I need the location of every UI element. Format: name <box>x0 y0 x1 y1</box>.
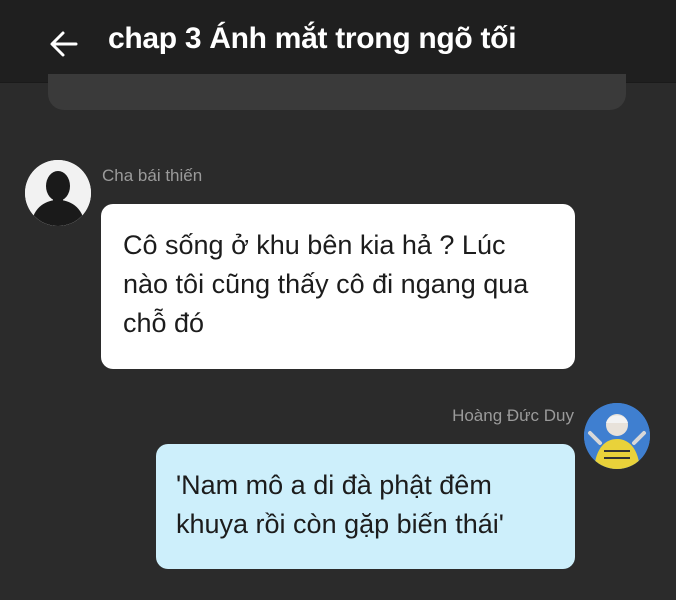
arrow-left-icon <box>50 31 78 57</box>
sender-name: Cha bái thiến <box>102 166 203 185</box>
sender-name: Hoàng Đức Duy <box>452 406 574 425</box>
back-button[interactable] <box>44 24 84 64</box>
page-title: chap 3 Ánh mắt trong ngõ tối <box>108 22 517 55</box>
previous-message-card <box>48 74 626 110</box>
chat-screen: chap 3 Ánh mắt trong ngõ tối Cha bái thi… <box>0 0 676 600</box>
message-bubble-outgoing: 'Nam mô a di đà phật đêm khuya rồi còn g… <box>156 444 575 569</box>
silhouette-avatar-icon <box>25 160 91 226</box>
avatar[interactable] <box>25 160 91 226</box>
avatar[interactable] <box>584 403 650 469</box>
user-photo-avatar-icon <box>584 403 650 469</box>
top-bar: chap 3 Ánh mắt trong ngõ tối <box>0 0 676 83</box>
message-bubble-incoming: Cô sống ở khu bên kia hả ? Lúc nào tôi c… <box>101 204 575 369</box>
